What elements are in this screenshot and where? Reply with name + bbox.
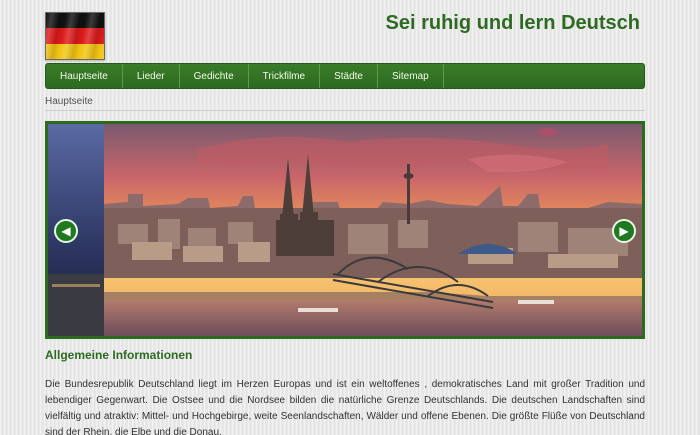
main-navbar: Hauptseite Lieder Gedichte Trickfilme St… [45, 63, 645, 89]
nav-item-gedichte[interactable]: Gedichte [180, 64, 249, 88]
nav-item-staedte[interactable]: Städte [320, 64, 378, 88]
intro-paragraph: Die Bundesrepublik Deutschland liegt im … [45, 379, 645, 435]
chevron-left-icon: ◀ [61, 224, 71, 238]
image-slider[interactable]: ◀ ▶ [45, 121, 645, 339]
slider-next-button[interactable]: ▶ [612, 219, 636, 243]
flag-shine [46, 13, 104, 59]
nav-item-lieder[interactable]: Lieder [123, 64, 180, 88]
nav-item-hauptseite[interactable]: Hauptseite [46, 64, 123, 88]
section-title: Allgemeine Informationen [45, 348, 193, 362]
cologne-cathedral-sunset-photo [48, 124, 642, 336]
chevron-right-icon: ▶ [619, 224, 629, 238]
slider-prev-button[interactable]: ◀ [54, 219, 78, 243]
site-title: Sei ruhig und lern Deutsch [385, 12, 640, 34]
nav-item-trickfilme[interactable]: Trickfilme [249, 64, 321, 88]
nav-item-sitemap[interactable]: Sitemap [378, 64, 444, 88]
breadcrumb[interactable]: Hauptseite [45, 96, 93, 107]
german-flag-icon[interactable] [45, 12, 105, 60]
breadcrumb-divider [45, 110, 645, 111]
